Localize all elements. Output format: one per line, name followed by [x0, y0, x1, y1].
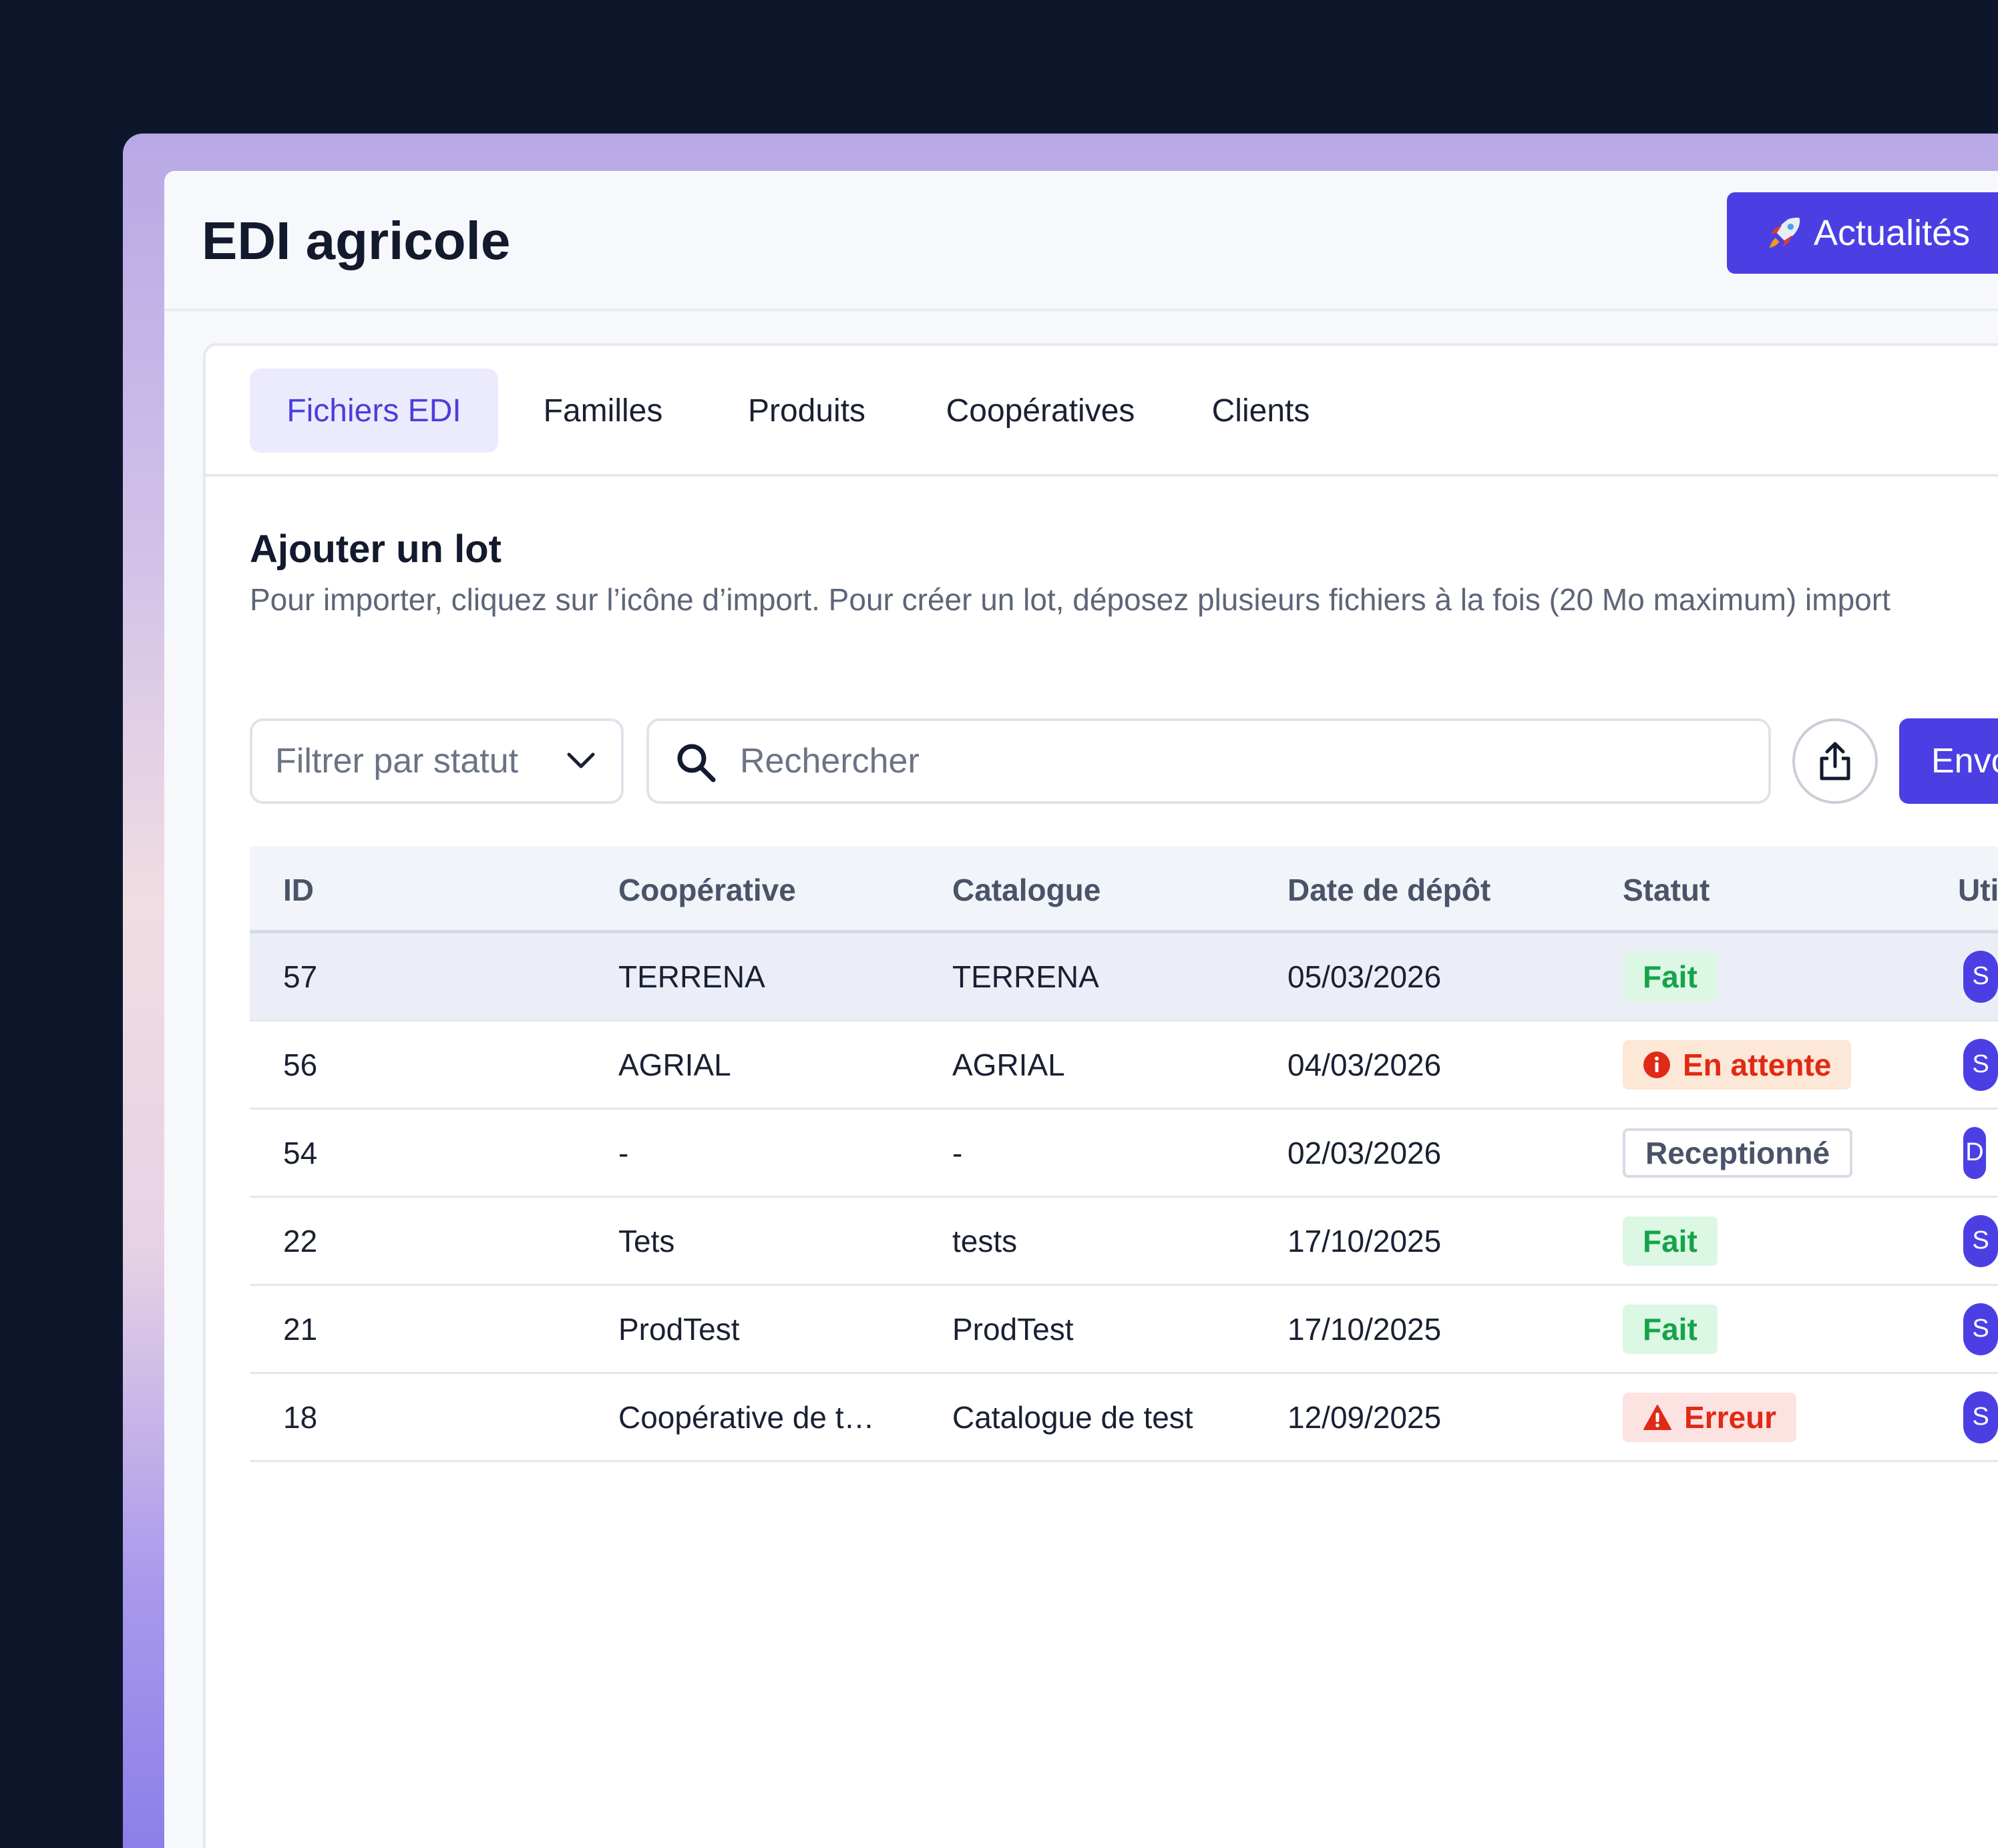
- status-badge: Fait: [1623, 1304, 1718, 1354]
- cell-catalogue: tests: [952, 1223, 1018, 1258]
- status-badge-label: Receptionné: [1645, 1135, 1830, 1170]
- cell-catalogue: ProdTest: [952, 1311, 1074, 1347]
- tab-produits[interactable]: Produits: [720, 369, 893, 453]
- status-badge: Fait: [1623, 951, 1718, 1001]
- section-description: Pour importer, cliquez sur l’icône d’imp…: [250, 582, 1890, 617]
- news-button[interactable]: Actualités: [1727, 192, 1998, 274]
- table-row[interactable]: 22 Tets tests 17/10/2025 Fait S: [250, 1198, 1998, 1286]
- section-title: Ajouter un lot: [250, 527, 502, 571]
- status-filter-placeholder: Filtrer par statut: [275, 742, 519, 780]
- cell-date: 17/10/2025: [1287, 1223, 1442, 1258]
- cell-date: 12/09/2025: [1287, 1399, 1442, 1435]
- app-title: EDI agricole: [202, 211, 511, 270]
- main-card: Fichiers EDI Familles Produits Coopérati…: [203, 343, 1998, 1848]
- rocket-icon: [1769, 218, 1800, 248]
- info-circle-icon: [1643, 1051, 1670, 1078]
- cell-cooperative: Coopérative de t…: [618, 1399, 875, 1435]
- tab-cooperatives[interactable]: Coopératives: [927, 369, 1154, 453]
- column-header-user[interactable]: Util: [1958, 847, 1998, 933]
- window-backdrop: EDI agricole Actualités Fichiers EDI Fam…: [123, 134, 1998, 1848]
- app-window: EDI agricole Actualités Fichiers EDI Fam…: [164, 171, 1998, 1848]
- cell-cooperative: TERRENA: [618, 959, 765, 994]
- status-badge-label: En attente: [1683, 1047, 1832, 1082]
- cell-catalogue: Catalogue de test: [952, 1399, 1193, 1435]
- status-badge-label: Fait: [1643, 1311, 1697, 1347]
- search-placeholder: Rechercher: [740, 742, 920, 780]
- table-row[interactable]: 57 TERRENA TERRENA 05/03/2026 Fait S: [250, 933, 1998, 1021]
- status-badge-label: Fait: [1643, 959, 1697, 994]
- avatar[interactable]: S: [1963, 950, 1998, 1003]
- search-icon: [677, 744, 716, 782]
- avatar[interactable]: D: [1963, 1126, 1986, 1179]
- avatar[interactable]: S: [1963, 1214, 1998, 1267]
- edi-files-table: ID Coopérative Catalogue Date de dépôt S…: [250, 847, 1998, 1462]
- cell-catalogue: -: [952, 1135, 963, 1170]
- cell-date: 04/03/2026: [1287, 1047, 1442, 1082]
- cell-catalogue: TERRENA: [952, 959, 1099, 994]
- tab-bar: Fichiers EDI Familles Produits Coopérati…: [206, 346, 1998, 477]
- column-header-cooperative[interactable]: Coopérative: [618, 847, 796, 933]
- share-upload-icon: [1820, 742, 1850, 780]
- send-button[interactable]: Envo: [1899, 718, 1998, 804]
- status-badge: Erreur: [1623, 1392, 1797, 1442]
- table-header: ID Coopérative Catalogue Date de dépôt S…: [250, 847, 1998, 933]
- cell-date: 17/10/2025: [1287, 1311, 1442, 1347]
- table-row[interactable]: 21 ProdTest ProdTest 17/10/2025 Fait S: [250, 1286, 1998, 1374]
- table-row[interactable]: 18 Coopérative de t… Catalogue de test 1…: [250, 1374, 1998, 1462]
- cell-id: 18: [283, 1399, 318, 1435]
- tab-familles[interactable]: Familles: [520, 369, 686, 453]
- cell-date: 02/03/2026: [1287, 1135, 1442, 1170]
- status-badge: En attente: [1623, 1040, 1852, 1090]
- search-input[interactable]: Rechercher: [646, 718, 1771, 804]
- warning-triangle-icon: [1643, 1404, 1671, 1430]
- cell-id: 54: [283, 1135, 318, 1170]
- status-badge: Receptionné: [1623, 1128, 1853, 1178]
- cell-cooperative: Tets: [618, 1223, 675, 1258]
- status-filter-select[interactable]: Filtrer par statut: [250, 718, 624, 804]
- status-badge-label: Erreur: [1684, 1399, 1777, 1435]
- tab-fichiers-edi[interactable]: Fichiers EDI: [250, 369, 498, 453]
- tab-clients[interactable]: Clients: [1181, 369, 1341, 453]
- cell-cooperative: -: [618, 1135, 629, 1170]
- import-button[interactable]: [1792, 718, 1878, 804]
- cell-id: 56: [283, 1047, 318, 1082]
- chevron-down-icon: [567, 752, 595, 768]
- status-badge: Fait: [1623, 1216, 1718, 1266]
- cell-id: 21: [283, 1311, 318, 1347]
- avatar[interactable]: S: [1963, 1303, 1998, 1355]
- news-button-label: Actualités: [1814, 213, 1971, 253]
- cell-date: 05/03/2026: [1287, 959, 1442, 994]
- cell-id: 57: [283, 959, 318, 994]
- column-header-date[interactable]: Date de dépôt: [1287, 847, 1490, 933]
- column-header-status[interactable]: Statut: [1623, 847, 1710, 933]
- avatar[interactable]: S: [1963, 1038, 1998, 1091]
- avatar[interactable]: S: [1963, 1391, 1998, 1443]
- cell-cooperative: ProdTest: [618, 1311, 740, 1347]
- top-bar: EDI agricole Actualités: [164, 171, 1998, 311]
- cell-id: 22: [283, 1223, 318, 1258]
- status-badge-label: Fait: [1643, 1223, 1697, 1258]
- table-row[interactable]: 54 - - 02/03/2026 Receptionné D: [250, 1110, 1998, 1198]
- column-header-id[interactable]: ID: [283, 847, 314, 933]
- table-row[interactable]: 56 AGRIAL AGRIAL 04/03/2026 En attente S: [250, 1021, 1998, 1110]
- cell-catalogue: AGRIAL: [952, 1047, 1065, 1082]
- cell-cooperative: AGRIAL: [618, 1047, 731, 1082]
- column-header-catalogue[interactable]: Catalogue: [952, 847, 1101, 933]
